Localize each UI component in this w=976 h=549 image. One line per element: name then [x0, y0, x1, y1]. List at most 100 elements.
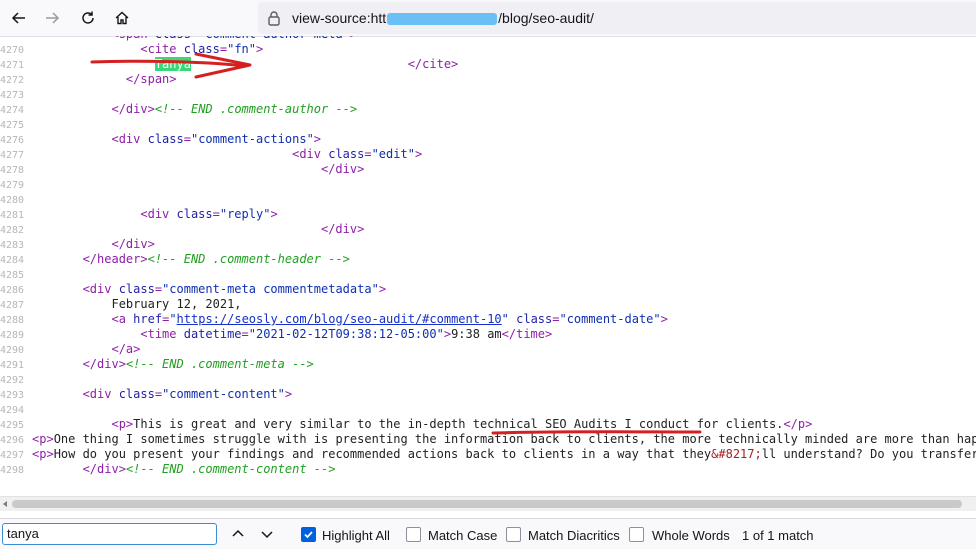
- source-token: &#8217;: [711, 447, 762, 461]
- reload-button[interactable]: [74, 4, 102, 32]
- source-token: "2021-02-12T09:38:12-05:00": [248, 327, 444, 341]
- line-number: 4271: [0, 60, 25, 71]
- source-token: >: [443, 327, 452, 341]
- scroll-left-icon[interactable]: [1, 500, 9, 508]
- line-number: 4277: [0, 150, 25, 161]
- source-token: <time: [140, 327, 184, 341]
- source-line: 4284 </header><!-- END .comment-header -…: [0, 252, 976, 267]
- source-token: One thing I sometimes struggle with is p…: [53, 432, 976, 446]
- whole-words-checkbox[interactable]: [629, 527, 644, 542]
- source-token: <!-- END .comment-meta -->: [125, 357, 314, 371]
- source-line: 4293 <div class="comment-content">: [0, 387, 976, 402]
- source-line: 4296 <p>One thing I sometimes struggle wi…: [0, 432, 976, 447]
- match-count-status: 1 of 1 match: [742, 528, 814, 543]
- url-suffix: /blog/seo-audit/: [498, 10, 594, 26]
- match-case-label[interactable]: Match Case: [428, 528, 497, 543]
- horizontal-scrollbar[interactable]: [0, 496, 976, 511]
- find-previous-button[interactable]: [229, 525, 247, 543]
- source-token: datetime: [183, 327, 242, 341]
- home-icon: [115, 11, 129, 25]
- match-diacritics-label[interactable]: Match Diacritics: [528, 528, 620, 543]
- source-token: =: [212, 207, 220, 221]
- source-link[interactable]: https://seosly.com/blog/seo-audit/#comme…: [177, 312, 502, 326]
- find-next-button[interactable]: [258, 525, 276, 543]
- source-token: "comment-date": [559, 312, 661, 326]
- source-token: </cite>: [407, 57, 459, 71]
- source-line: 4291 </div><!-- END .comment-meta -->: [0, 357, 976, 372]
- source-token: class: [118, 387, 155, 401]
- source-token: <div: [111, 132, 148, 146]
- source-line: 4294: [0, 402, 976, 417]
- line-number: 4288: [0, 315, 25, 326]
- source-token: <div: [292, 147, 329, 161]
- source-token: "comment-content": [162, 387, 285, 401]
- source-token: ": [501, 312, 509, 326]
- source-token: class: [147, 132, 184, 146]
- home-button[interactable]: [108, 4, 136, 32]
- source-token: "fn": [227, 42, 256, 56]
- line-number: 4295: [0, 420, 25, 431]
- source-token: "comment-meta commentmetadata": [162, 282, 379, 296]
- match-case-checkbox[interactable]: [406, 527, 421, 542]
- find-bar: tanya Highlight All Match Case Match Dia…: [0, 518, 976, 549]
- highlight-all-checkbox[interactable]: [301, 527, 316, 542]
- source-view[interactable]: <span class="comment-author-meta"> 4270 …: [0, 36, 976, 496]
- source-token: <p>: [111, 417, 134, 431]
- url-text: view-source:htt/blog/seo-audit/: [292, 10, 594, 26]
- line-number: 4282: [0, 225, 25, 236]
- back-button[interactable]: [5, 4, 33, 32]
- line-number: 4270: [0, 45, 25, 56]
- line-number: 4286: [0, 285, 25, 296]
- line-number: 4272: [0, 75, 25, 86]
- source-token: <!-- END .comment-author -->: [154, 102, 358, 116]
- reload-icon: [82, 11, 94, 24]
- source-line: 4271 Tanya </cite>: [0, 57, 976, 72]
- whole-words-label[interactable]: Whole Words: [652, 528, 730, 543]
- source-token: February 12, 2021,: [111, 297, 242, 311]
- source-token: class: [118, 282, 155, 296]
- address-bar[interactable]: view-source:htt/blog/seo-audit/: [258, 2, 976, 34]
- forward-arrow-icon: [46, 12, 60, 24]
- highlight-all-label[interactable]: Highlight All: [322, 528, 390, 543]
- source-token: class: [328, 147, 365, 161]
- source-line: 4273: [0, 87, 976, 102]
- source-token: "comment-actions": [190, 132, 314, 146]
- line-number: 4283: [0, 240, 25, 251]
- source-token: </div>: [111, 237, 155, 251]
- line-number: 4285: [0, 270, 25, 281]
- source-line: 4298 </div><!-- END .comment-content -->: [0, 462, 976, 477]
- find-input[interactable]: tanya: [2, 523, 217, 545]
- source-token: </time>: [501, 327, 553, 341]
- source-token: ": [169, 312, 177, 326]
- source-line: 4288 <a href="https://seosly.com/blog/se…: [0, 312, 976, 327]
- line-number: 4279: [0, 180, 25, 191]
- match-diacritics-checkbox[interactable]: [506, 527, 521, 542]
- source-token: </div>: [82, 357, 126, 371]
- source-token: This is great and very similar to the in…: [133, 417, 784, 431]
- line-number: 4293: [0, 390, 25, 401]
- source-token: </a>: [111, 342, 141, 356]
- source-token: </div>: [82, 462, 126, 476]
- forward-button[interactable]: [38, 4, 66, 32]
- source-line: 4287 February 12, 2021,: [0, 297, 976, 312]
- scrollbar-thumb[interactable]: [12, 500, 962, 508]
- source-line: 4276 <div class="comment-actions">: [0, 132, 976, 147]
- source-token: How do you present your findings and rec…: [53, 447, 712, 461]
- source-line: 4274 </div><!-- END .comment-author -->: [0, 102, 976, 117]
- lock-icon: [268, 11, 280, 26]
- line-number: 4281: [0, 210, 25, 221]
- line-number: 4296: [0, 435, 25, 446]
- source-line: 4280: [0, 192, 976, 207]
- line-number: 4291: [0, 360, 25, 371]
- source-token: <a: [111, 312, 134, 326]
- source-line: 4286 <div class="comment-meta commentmet…: [0, 282, 976, 297]
- source-token: >: [414, 147, 423, 161]
- source-line: 4277 <div class="edit">: [0, 147, 976, 162]
- chevron-down-icon: [261, 531, 273, 539]
- source-line: 4292: [0, 372, 976, 387]
- source-token: </header>: [82, 252, 148, 266]
- source-token: class: [183, 42, 220, 56]
- source-token: =: [154, 282, 163, 296]
- line-number: 4273: [0, 90, 25, 101]
- source-token: =: [183, 132, 191, 146]
